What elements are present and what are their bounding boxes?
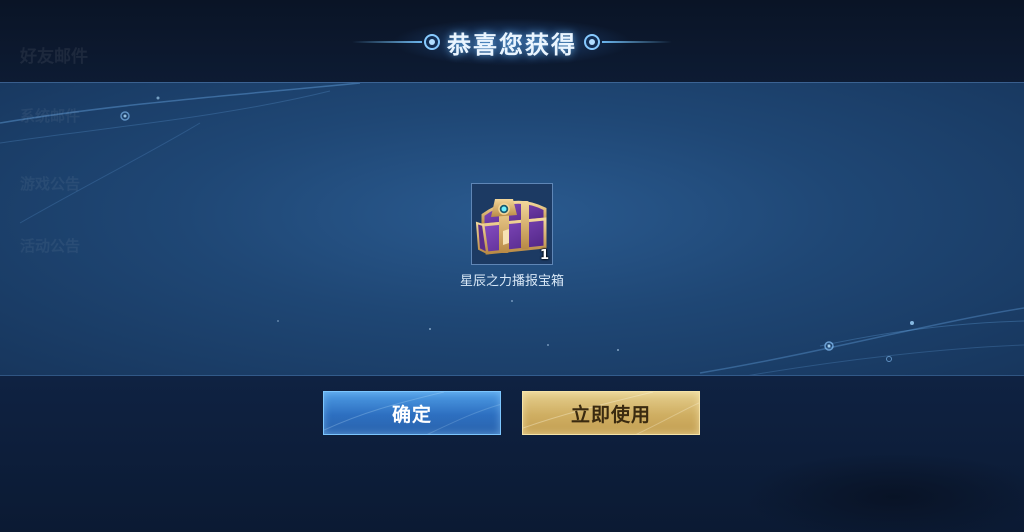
cloud-decoration — [744, 452, 1024, 532]
bottom-bar — [0, 376, 1024, 532]
use-now-button-label: 立即使用 — [570, 403, 651, 426]
item-count: 1 — [539, 248, 549, 263]
page-title: 恭喜您获得 — [447, 30, 577, 59]
background-menu-item: 活动公告 — [20, 237, 81, 255]
use-now-button[interactable]: 立即使用 — [522, 391, 700, 435]
confirm-button-label: 确定 — [391, 403, 432, 426]
background-menu-item: 好友邮件 — [20, 47, 88, 67]
item-name: 星辰之力播报宝箱 — [459, 274, 564, 289]
title-banner: 恭喜您获得 — [352, 14, 672, 70]
reward-item-card[interactable]: 1 — [471, 183, 553, 265]
confirm-button[interactable]: 确定 — [323, 391, 501, 435]
background-menu-item: 游戏公告 — [20, 175, 81, 193]
background-menu-item: 系统邮件 — [20, 107, 81, 125]
